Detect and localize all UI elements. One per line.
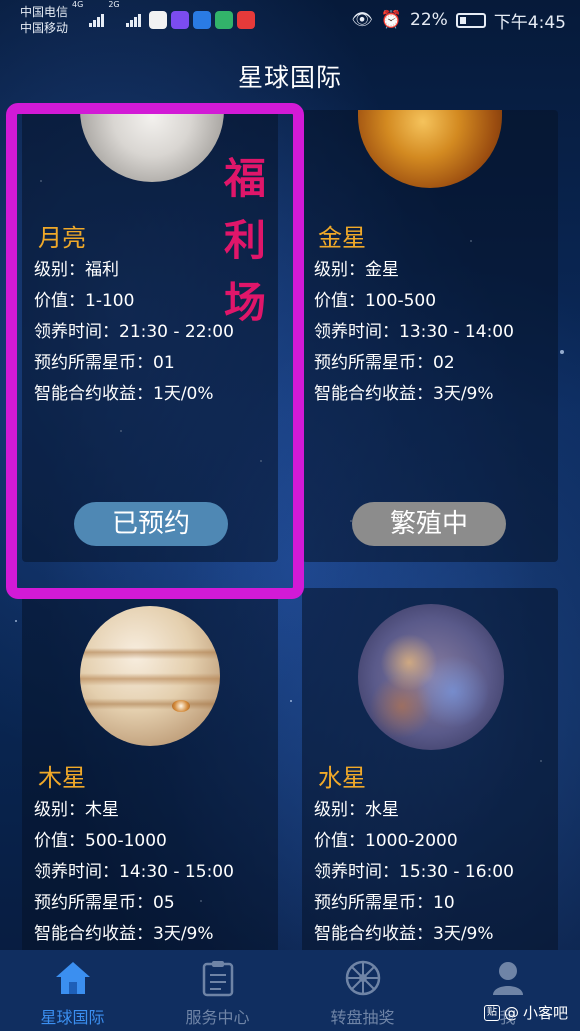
eye-icon: 👁: [351, 10, 373, 30]
watermark: 贴 @ 小客吧: [483, 1002, 568, 1023]
planet-value: 价值：1000-2000: [314, 831, 458, 851]
planet-claim-time: 领养时间：14:30 - 15:00: [34, 862, 234, 882]
status-bar: 中国电信 中国移动 4G 2G 👁 ⏰ 22% 下午4:45: [0, 0, 580, 40]
tab-lucky-wheel[interactable]: 转盘抽奖: [290, 950, 435, 1031]
planet-value: 价值：100-500: [314, 291, 437, 311]
page-title: 星球国际: [237, 63, 342, 92]
tab-label: 星球国际: [40, 1008, 105, 1027]
carrier-1: 中国电信: [20, 5, 69, 19]
carrier-info: 中国电信 中国移动: [20, 4, 68, 36]
signal-icon-2: [125, 13, 141, 27]
planet-card-venus[interactable]: 金星 级别：金星 价值：100-500 领养时间：13:30 - 14:00 预…: [302, 110, 558, 562]
planet-card-jupiter[interactable]: 木星 级别：木星 价值：500-1000 领养时间：14:30 - 15:00 …: [22, 588, 278, 958]
battery-percent: 22%: [410, 10, 448, 30]
clock: 下午4:45: [493, 12, 566, 33]
tab-label: 服务中心: [185, 1008, 250, 1027]
great-red-spot: [172, 700, 190, 712]
home-icon: [53, 958, 93, 998]
app-icon: [236, 11, 255, 29]
watermark-icon: @: [503, 1003, 519, 1022]
carrier-2: 中国移动: [20, 21, 69, 35]
notification-icons: [148, 11, 255, 29]
planet-level: 级别：金星: [314, 260, 399, 280]
planet-coins: 预约所需星币：02: [314, 353, 455, 373]
signal-icon: [89, 13, 105, 27]
app-icon: [192, 11, 211, 29]
tab-label: 转盘抽奖: [330, 1008, 395, 1027]
planet-claim-time: 领养时间：13:30 - 14:00: [314, 322, 514, 342]
annotation-char: 利: [223, 216, 266, 265]
planet-yield: 智能合约收益：3天/9%: [34, 924, 214, 944]
watermark-text: 小客吧: [522, 1004, 568, 1022]
app-icon: [214, 11, 233, 29]
planet-yield: 智能合约收益：3天/9%: [314, 924, 494, 944]
planet-name: 金星: [318, 224, 366, 252]
planet-info: 级别：金星 价值：100-500 领养时间：13:30 - 14:00 预约所需…: [314, 255, 514, 410]
breeding-button[interactable]: 繁殖中: [352, 502, 506, 546]
planet-claim-time: 领养时间：15:30 - 16:00: [314, 862, 514, 882]
mercury-image: [358, 604, 504, 750]
planet-coins: 预约所需星币：05: [34, 893, 175, 913]
planet-yield: 智能合约收益：3天/9%: [314, 384, 494, 404]
tab-planet-international[interactable]: 星球国际: [0, 950, 145, 1031]
tab-service-center[interactable]: 服务中心: [145, 950, 290, 1031]
planet-name: 木星: [38, 764, 86, 792]
app-icon: [148, 11, 167, 29]
venus-image: [358, 110, 502, 188]
annotation-char: 福: [223, 154, 266, 203]
alarm-icon: ⏰: [380, 10, 403, 30]
jupiter-image: [80, 606, 220, 746]
user-icon: [488, 958, 528, 998]
planet-level: 级别：水星: [314, 800, 399, 820]
planet-value: 价值：500-1000: [34, 831, 167, 851]
annotation-char: 场: [223, 278, 266, 327]
planet-info: 级别：木星 价值：500-1000 领养时间：14:30 - 15:00 预约所…: [34, 795, 234, 950]
battery-icon: [455, 12, 486, 28]
wheel-icon: [343, 958, 383, 998]
network-type-2: 2G: [108, 0, 120, 9]
planet-info: 级别：水星 价值：1000-2000 领养时间：15:30 - 16:00 预约…: [314, 795, 514, 950]
welfare-annotation: 福 利 场: [220, 148, 270, 334]
planet-card-mercury[interactable]: 水星 级别：水星 价值：1000-2000 领养时间：15:30 - 16:00…: [302, 588, 558, 958]
network-type-1: 4G: [72, 0, 84, 9]
planet-level: 级别：木星: [34, 800, 119, 820]
status-right: 👁 ⏰ 22% 下午4:45: [351, 8, 566, 33]
planet-coins: 预约所需星币：10: [314, 893, 455, 913]
watermark-badge: 贴: [483, 1004, 500, 1021]
clipboard-icon: [198, 958, 238, 998]
app-icon: [170, 11, 189, 29]
planet-name: 水星: [318, 764, 366, 792]
